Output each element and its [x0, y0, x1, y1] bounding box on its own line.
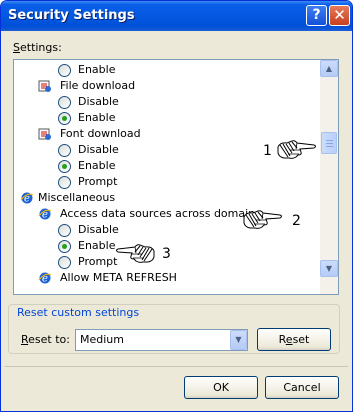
ok-button[interactable]: OK — [184, 376, 258, 399]
radio-button[interactable] — [58, 112, 71, 125]
settings-label-rest: ettings: — [19, 41, 62, 54]
reset-group-title: Reset custom settings — [14, 306, 143, 319]
callout-number: 2 — [292, 213, 301, 229]
reset-to-label: Reset to: — [21, 333, 70, 346]
reset-level-select[interactable]: Medium ▼ — [75, 329, 248, 351]
row-label: Enable — [78, 159, 116, 172]
radio-button[interactable] — [58, 160, 71, 173]
row-label: Disable — [78, 95, 119, 108]
ie-setting-icon: e — [38, 272, 52, 285]
radio-button[interactable] — [58, 256, 71, 269]
cancel-button[interactable]: Cancel — [265, 376, 339, 399]
settings-label: Settings: — [13, 41, 62, 54]
reset-level-value: Medium — [80, 333, 124, 346]
radio-button[interactable] — [58, 64, 71, 77]
reset-to-rest: eset to: — [28, 333, 70, 346]
scroll-up-button[interactable]: ▲ — [320, 60, 338, 77]
row-label: Enable — [78, 111, 116, 124]
radio-button[interactable] — [58, 176, 71, 189]
reset-button-mnemonic: e — [285, 333, 293, 346]
row-label: Disable — [78, 143, 119, 156]
security-settings-dialog: Security Settings ? ✕ Settings: Enable Fi… — [0, 0, 353, 412]
scroll-down-button[interactable]: ▼ — [320, 260, 338, 277]
row-label: File download — [60, 79, 136, 92]
chevron-down-icon[interactable]: ▼ — [230, 330, 247, 350]
radio-button[interactable] — [58, 224, 71, 237]
vertical-scrollbar[interactable]: ▲ ▼ — [320, 60, 338, 294]
scroll-thumb[interactable] — [321, 132, 337, 154]
row-label: Allow META REFRESH — [60, 271, 177, 284]
callout-number: 1 — [263, 143, 272, 159]
radio-button[interactable] — [58, 96, 71, 109]
pointing-hand-icon — [243, 210, 282, 229]
row-label: Enable — [78, 239, 116, 252]
help-button[interactable]: ? — [306, 5, 327, 26]
reset-button-rest: set — [292, 333, 310, 346]
divider — [5, 366, 348, 367]
row-label: Prompt — [78, 175, 118, 188]
title-bar[interactable]: Security Settings ? ✕ — [1, 1, 352, 31]
row-label: Disable — [78, 223, 119, 236]
row-label: Miscellaneous — [38, 191, 116, 204]
reset-button[interactable]: Reset — [257, 328, 331, 351]
close-button[interactable]: ✕ — [329, 5, 350, 26]
script-setting-icon — [38, 128, 51, 140]
reset-button-prefix: R — [278, 333, 286, 346]
pointing-hand-icon — [116, 244, 155, 263]
settings-label-mnemonic: S — [13, 41, 20, 54]
callout-number: 3 — [162, 246, 171, 262]
ie-icon: e — [20, 192, 34, 205]
radio-button[interactable] — [58, 240, 71, 253]
radio-button[interactable] — [58, 144, 71, 157]
window-title: Security Settings — [8, 8, 135, 23]
row-label: Access data sources across domains — [60, 207, 261, 220]
row-label: Enable — [78, 63, 116, 76]
ie-setting-icon: e — [38, 208, 52, 221]
row-label: Font download — [60, 127, 141, 140]
script-setting-icon — [38, 80, 51, 92]
row-label: Prompt — [78, 255, 118, 268]
settings-tree[interactable]: Enable File download Disable Enable Font dow… — [13, 59, 339, 295]
pointing-hand-icon — [277, 140, 316, 159]
